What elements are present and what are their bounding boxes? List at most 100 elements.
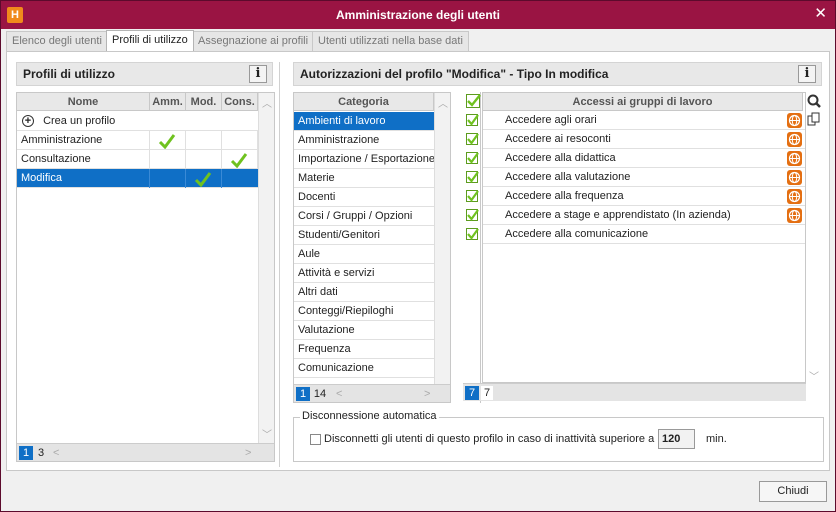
create-profile-row[interactable]: + Crea un profilo	[17, 112, 258, 131]
mod-cell[interactable]	[186, 131, 222, 150]
category-list: Categoria ︿ Ambienti di lavoro Amministra…	[293, 92, 451, 403]
category-item[interactable]: Docenti	[294, 188, 434, 207]
copy-icon[interactable]	[807, 112, 821, 126]
scroll-down-icon[interactable]: ﹀	[809, 368, 819, 383]
scroll-right-icon[interactable]: >	[424, 387, 430, 401]
tab-users-in-database[interactable]: Utenti utilizzati nella base dati	[312, 31, 469, 51]
scroll-down-icon[interactable]: ﹀	[262, 426, 272, 441]
web-access-icon[interactable]	[787, 170, 802, 185]
profiles-info-icon[interactable]: i	[249, 65, 267, 83]
web-access-icon[interactable]	[787, 132, 802, 147]
scroll-up-icon[interactable]: ︿	[438, 95, 448, 110]
category-page-current[interactable]: 1	[296, 387, 310, 401]
table-row[interactable]: Consultazione	[17, 150, 258, 169]
scroll-up-icon[interactable]: ︿	[262, 95, 272, 110]
amm-cell[interactable]	[150, 169, 186, 188]
tab-user-list[interactable]: Elenco degli utenti	[6, 31, 108, 51]
category-item[interactable]: Comunicazione	[294, 359, 434, 378]
access-label: Accedere alla didattica	[505, 152, 616, 164]
category-item[interactable]: Importazione / Esportazione	[294, 150, 434, 169]
category-item[interactable]: Altri dati	[294, 283, 434, 302]
check-icon	[467, 228, 479, 240]
permissions-info-icon[interactable]: i	[798, 65, 816, 83]
access-row[interactable]: Accedere agli orari	[483, 111, 805, 130]
access-row[interactable]: Accedere alla valutazione	[483, 168, 805, 187]
access-pager: 7 7	[463, 383, 806, 401]
category-item[interactable]: Amministrazione	[294, 131, 434, 150]
category-item[interactable]: Aule	[294, 245, 434, 264]
web-access-icon[interactable]	[787, 151, 802, 166]
category-item[interactable]: Valutazione	[294, 321, 434, 340]
web-access-icon[interactable]	[787, 113, 802, 128]
web-access-icon[interactable]	[787, 208, 802, 223]
profiles-header: Profili di utilizzo i	[16, 62, 273, 86]
category-scrollbar[interactable]: ︿	[434, 93, 450, 384]
access-page-current[interactable]: 7	[465, 386, 479, 400]
access-checkbox[interactable]	[466, 133, 479, 145]
check-icon	[467, 171, 479, 183]
profiles-scrollbar[interactable]: ︿ ﹀	[258, 93, 274, 443]
close-button[interactable]: Chiudi	[759, 481, 827, 502]
amm-cell[interactable]	[150, 150, 186, 169]
access-row[interactable]: Accedere a stage e apprendistato (In azi…	[483, 206, 805, 225]
disconnect-checkbox[interactable]	[310, 434, 321, 445]
access-row[interactable]: Accedere alla frequenza	[483, 187, 805, 206]
permissions-header: Autorizzazioni del profilo "Modifica" - …	[293, 62, 822, 86]
col-cons[interactable]: Cons.	[222, 93, 258, 111]
scroll-right-icon[interactable]: >	[245, 446, 251, 460]
profile-name: Amministrazione	[17, 131, 150, 150]
access-checkbox[interactable]	[466, 190, 479, 202]
category-item[interactable]: Corsi / Gruppi / Opzioni	[294, 207, 434, 226]
profiles-page-current[interactable]: 1	[19, 446, 33, 460]
mod-cell[interactable]	[186, 150, 222, 169]
category-item[interactable]: Materie	[294, 169, 434, 188]
col-mod[interactable]: Mod.	[186, 93, 222, 111]
category-item[interactable]: Conteggi/Riepiloghi	[294, 302, 434, 321]
cons-cell[interactable]	[222, 169, 258, 188]
access-checkbox[interactable]	[466, 228, 479, 240]
category-item[interactable]: Studenti/Genitori	[294, 226, 434, 245]
tab-usage-profiles[interactable]: Profili di utilizzo	[106, 30, 194, 51]
col-nome[interactable]: Nome	[17, 93, 150, 111]
access-checkbox[interactable]	[466, 114, 479, 126]
category-label: Aule	[298, 248, 321, 260]
access-label: Accedere alla comunicazione	[505, 228, 649, 240]
close-icon[interactable]: ✕	[814, 6, 827, 22]
search-icon[interactable]	[807, 94, 821, 108]
cons-cell[interactable]	[222, 150, 258, 169]
access-row[interactable]: Accedere alla didattica	[483, 149, 805, 168]
access-label: Accedere agli orari	[505, 114, 597, 126]
category-pager: 1 14 < >	[294, 384, 450, 402]
tab-content: Profili di utilizzo i Nome Amm. Mod. Con…	[6, 51, 830, 471]
tab-profile-assignment[interactable]: Assegnazione ai profili	[192, 31, 315, 51]
category-item[interactable]: Ambienti di lavoro	[294, 112, 434, 131]
scroll-left-icon[interactable]: <	[336, 387, 342, 401]
mod-cell[interactable]	[186, 169, 222, 188]
category-label: Comunicazione	[298, 362, 374, 374]
access-page-total: 7	[481, 386, 493, 400]
category-label: Attività e servizi	[298, 267, 375, 279]
access-row[interactable]: Accedere ai resoconti	[483, 130, 805, 149]
col-amm[interactable]: Amm.	[150, 93, 186, 111]
profile-name: Consultazione	[17, 150, 150, 169]
category-item[interactable]: Frequenza	[294, 340, 434, 359]
web-access-icon[interactable]	[787, 189, 802, 204]
check-all-icon[interactable]	[466, 94, 481, 108]
table-row[interactable]: Amministrazione	[17, 131, 258, 150]
table-row[interactable]: Modifica	[17, 169, 258, 188]
amm-cell[interactable]	[150, 131, 186, 150]
category-item[interactable]: Attività e servizi	[294, 264, 434, 283]
category-label: Materie	[298, 172, 335, 184]
access-checkbox[interactable]	[466, 152, 479, 164]
access-checkbox[interactable]	[466, 171, 479, 183]
col-categoria[interactable]: Categoria	[294, 93, 434, 111]
inactivity-minutes-input[interactable]: 120	[658, 429, 695, 449]
profiles-pager: 1 3 < >	[17, 443, 274, 461]
col-access-groups[interactable]: Accessi ai gruppi di lavoro	[483, 93, 803, 111]
access-list: Accessi ai gruppi di lavoro ﹀ Accedere a…	[463, 92, 822, 403]
access-row[interactable]: Accedere alla comunicazione	[483, 225, 805, 244]
scroll-left-icon[interactable]: <	[53, 446, 59, 460]
access-checkbox[interactable]	[466, 209, 479, 221]
category-label: Frequenza	[298, 343, 351, 355]
cons-cell[interactable]	[222, 131, 258, 150]
